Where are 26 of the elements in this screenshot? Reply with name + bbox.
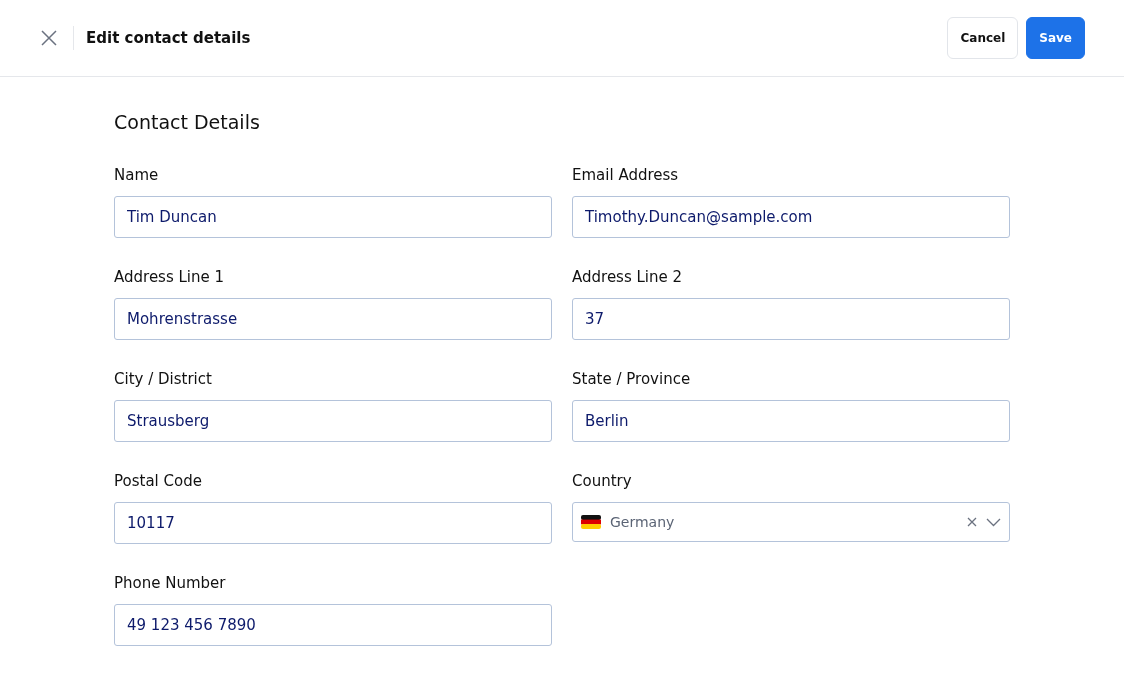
country-select[interactable]: Germany <box>572 502 1010 542</box>
field-label: Address Line 2 <box>572 267 684 287</box>
select-value: Germany <box>610 514 676 530</box>
field-label: Phone Number <box>114 573 227 593</box>
clear-icon[interactable] <box>967 517 977 527</box>
input-field[interactable]: Tim Duncan <box>114 196 552 238</box>
input-field[interactable]: Timothy.Duncan@sample.com <box>572 196 1010 238</box>
field-label: State / Province <box>572 369 692 389</box>
chevron-down-icon[interactable] <box>986 517 1001 527</box>
field-label: Country <box>572 471 633 491</box>
input-field[interactable]: 49 123 456 7890 <box>114 604 552 646</box>
section-title: Contact Details <box>114 111 261 133</box>
input-field[interactable]: Strausberg <box>114 400 552 442</box>
input-field[interactable]: Berlin <box>572 400 1010 442</box>
input-field[interactable]: 37 <box>572 298 1010 340</box>
field-label: Email Address <box>572 165 680 185</box>
input-field[interactable]: Mohrenstrasse <box>114 298 552 340</box>
cancel-button[interactable]: Cancel <box>947 17 1019 59</box>
page-title: Edit contact details <box>86 29 252 47</box>
field-label: Name <box>114 165 160 185</box>
input-field[interactable]: 10117 <box>114 502 552 544</box>
save-button[interactable]: Save <box>1026 17 1085 59</box>
field-label: Address Line 1 <box>114 267 226 287</box>
flag-icon <box>581 515 601 529</box>
field-label: Postal Code <box>114 471 203 491</box>
field-label: City / District <box>114 369 213 389</box>
